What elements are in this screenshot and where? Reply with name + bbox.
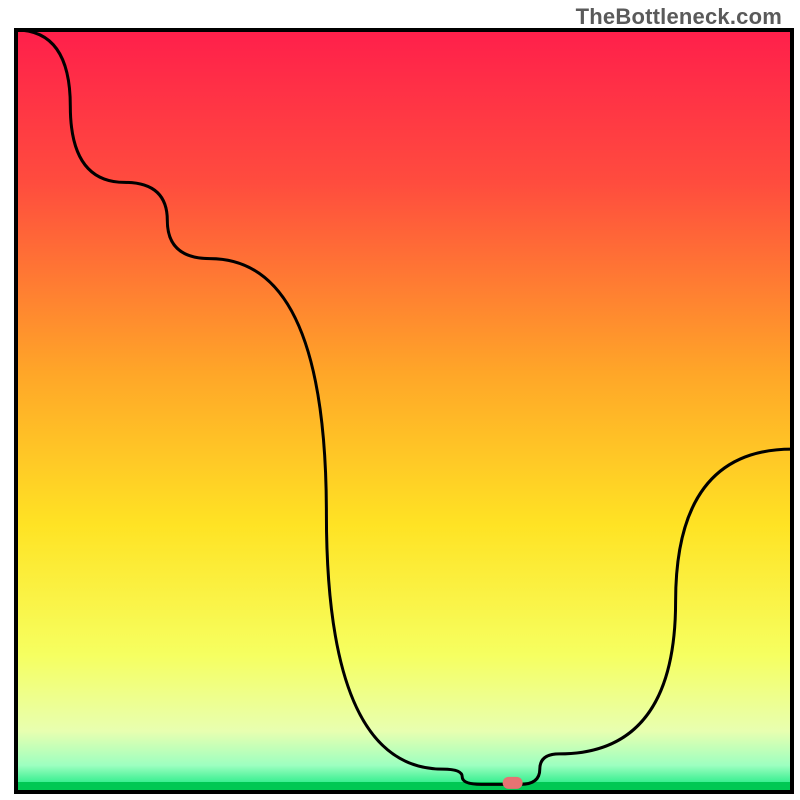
bottleneck-chart bbox=[0, 0, 800, 800]
chart-background bbox=[16, 30, 792, 792]
chart-container: TheBottleneck.com bbox=[0, 0, 800, 800]
watermark-text: TheBottleneck.com bbox=[576, 4, 782, 30]
optimal-point-marker bbox=[503, 777, 523, 789]
